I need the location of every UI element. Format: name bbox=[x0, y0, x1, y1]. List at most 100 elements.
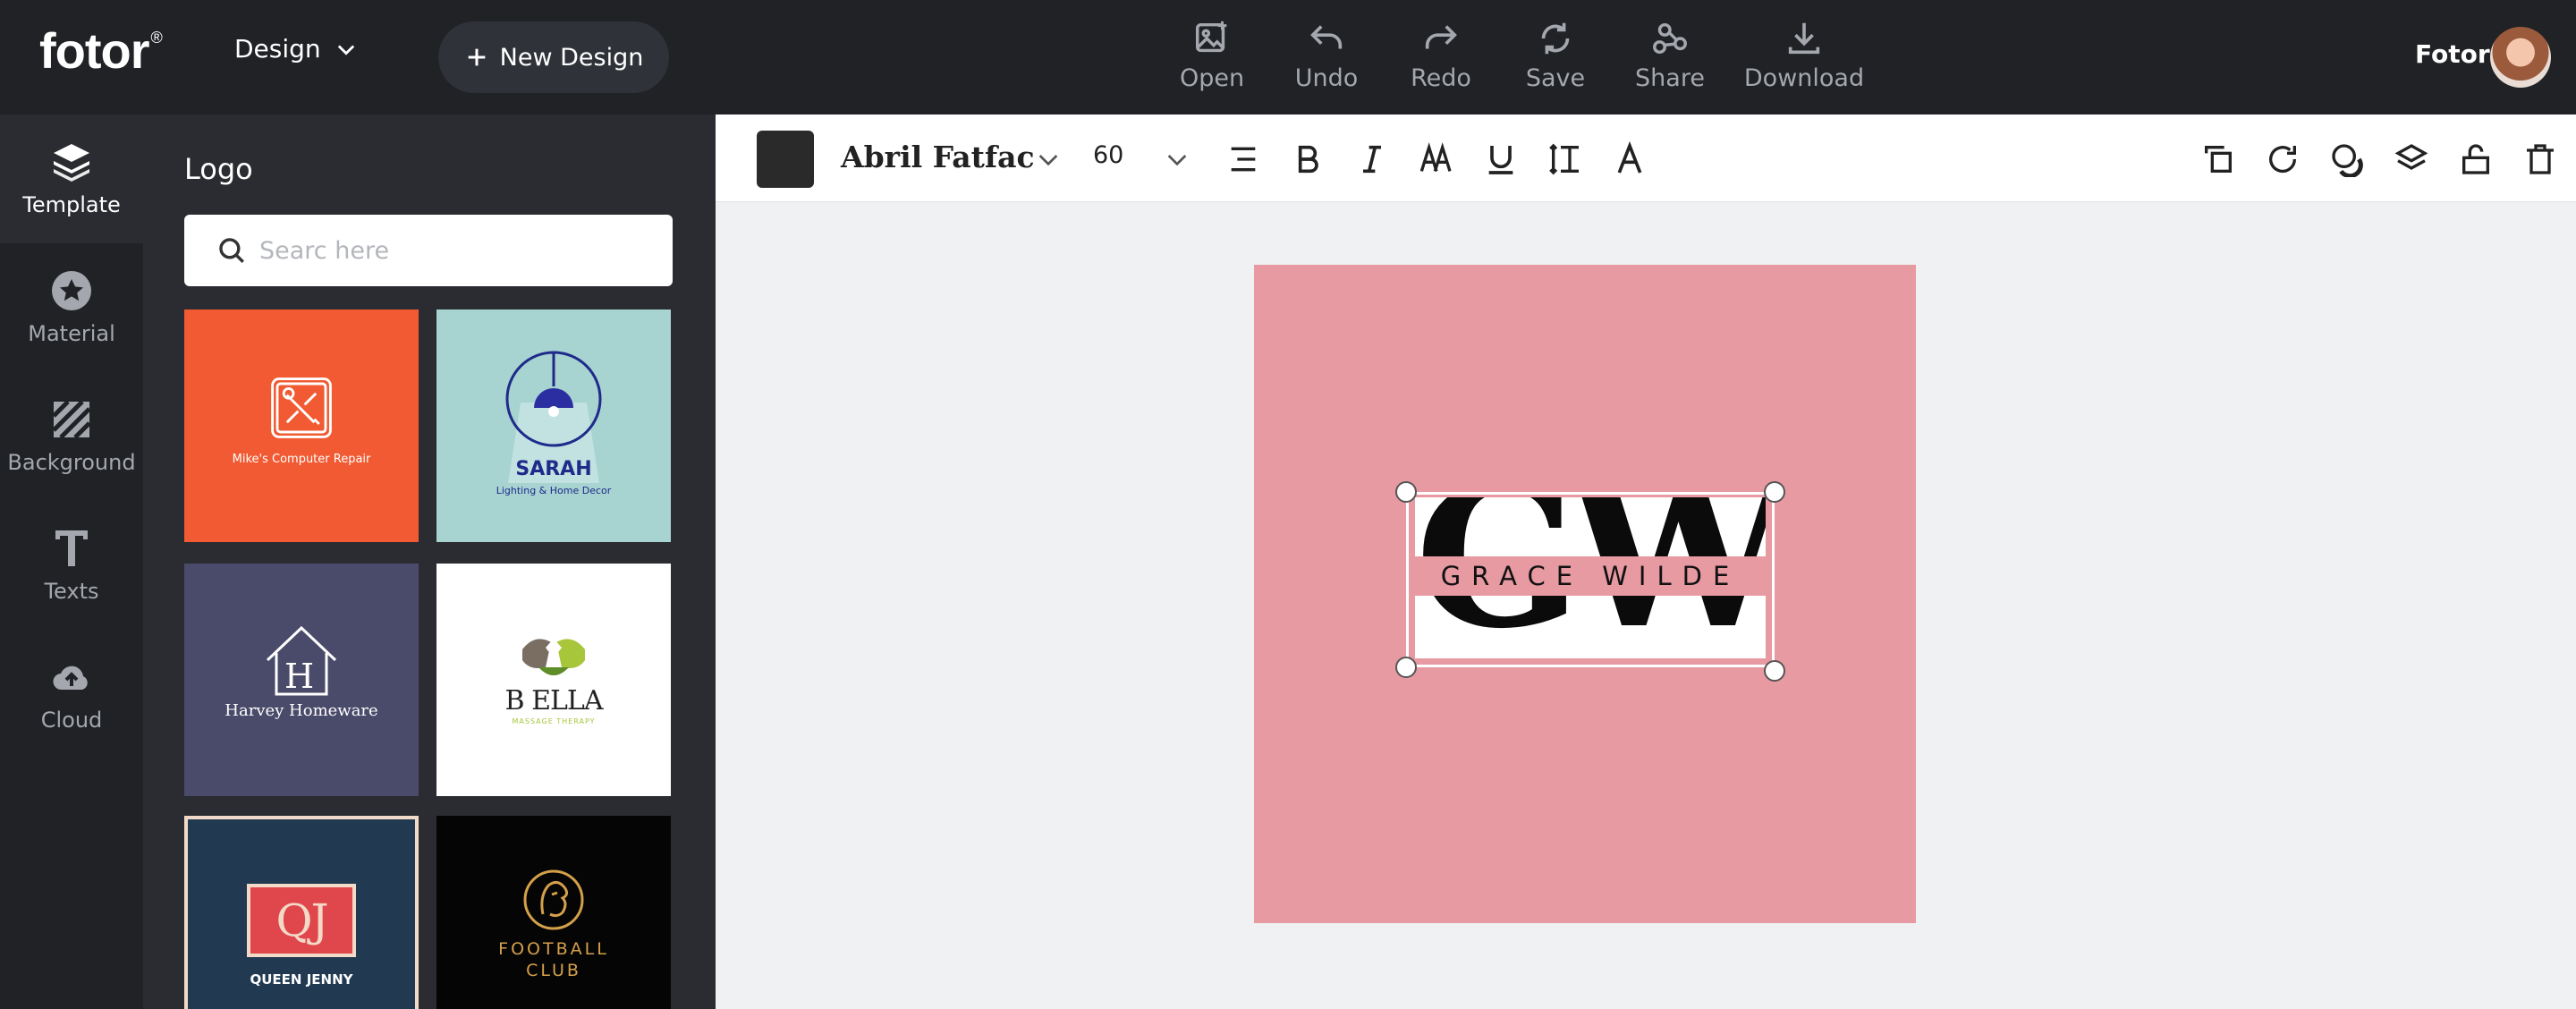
qj-monogram: QJ bbox=[275, 895, 328, 946]
rail-item-cloud[interactable]: Cloud bbox=[0, 630, 143, 759]
align-button[interactable] bbox=[1224, 140, 1263, 179]
rotate-button[interactable] bbox=[2263, 140, 2302, 179]
effects-icon bbox=[2332, 144, 2363, 177]
top-bar: fotor ® Design New Design Open Undo Redo … bbox=[0, 0, 2576, 114]
new-design-label: New Design bbox=[499, 43, 644, 72]
design-artboard[interactable]: GW GRACE WILDE bbox=[1254, 265, 1916, 923]
bold-button[interactable] bbox=[1288, 140, 1327, 179]
user-name[interactable]: Fotor bbox=[2415, 39, 2490, 69]
template-text: Harvey Homeware bbox=[225, 701, 378, 720]
share-icon bbox=[1653, 22, 1687, 55]
save-label: Save bbox=[1525, 64, 1586, 92]
template-harvey-homeware[interactable]: H Harvey Homeware bbox=[184, 564, 419, 796]
open-image-icon bbox=[1195, 21, 1227, 53]
house-monogram: H bbox=[284, 657, 315, 696]
design-menu[interactable]: Design bbox=[234, 34, 359, 64]
duplicate-icon bbox=[2205, 146, 2232, 173]
chevron-down-icon[interactable] bbox=[1034, 145, 1063, 174]
search-icon bbox=[219, 238, 244, 263]
stripes-icon bbox=[52, 400, 91, 439]
template-text: Mike's Computer Repair bbox=[232, 453, 371, 466]
resize-handle-bottom-left[interactable] bbox=[1395, 657, 1417, 678]
rail-item-texts[interactable]: Texts bbox=[0, 501, 143, 630]
hands-icon bbox=[522, 639, 585, 675]
template-mikes-computer-repair[interactable]: Mike's Computer Repair bbox=[184, 309, 419, 542]
undo-button[interactable]: Undo bbox=[1268, 18, 1385, 92]
rail-label-material: Material bbox=[28, 321, 115, 346]
qj-badge: QJ bbox=[247, 884, 356, 957]
duplicate-button[interactable] bbox=[2199, 140, 2238, 179]
fotor-logo[interactable]: fotor ® bbox=[39, 21, 163, 80]
resize-handle-bottom-right[interactable] bbox=[1764, 660, 1785, 682]
rail-item-material[interactable]: Material bbox=[0, 243, 143, 372]
template-text: B ELLA bbox=[504, 685, 604, 716]
redo-label: Redo bbox=[1411, 64, 1471, 92]
download-label: Download bbox=[1743, 64, 1865, 92]
template-bella[interactable]: B ELLA MASSAGE THERAPY bbox=[436, 564, 671, 796]
layers-icon bbox=[54, 144, 89, 182]
registered-mark: ® bbox=[150, 29, 163, 47]
bold-icon bbox=[1298, 145, 1318, 174]
resize-handle-top-left[interactable] bbox=[1395, 481, 1417, 503]
text-color-swatch[interactable] bbox=[757, 131, 814, 188]
spacing-button[interactable] bbox=[1546, 140, 1585, 179]
star-icon bbox=[52, 271, 91, 310]
brand-name: fotor bbox=[39, 22, 150, 79]
lion-icon bbox=[523, 869, 584, 930]
align-center-icon bbox=[1231, 147, 1256, 172]
text-t-icon bbox=[55, 530, 88, 566]
save-button[interactable]: Save bbox=[1497, 18, 1614, 92]
template-text: FOOTBALL bbox=[498, 939, 609, 959]
template-panel: Logo Mike's Computer Repair SARAH Lighti… bbox=[143, 114, 716, 1009]
trash-icon bbox=[2527, 144, 2554, 174]
chevron-down-icon bbox=[337, 45, 354, 55]
lock-button[interactable] bbox=[2456, 140, 2496, 179]
delete-button[interactable] bbox=[2521, 140, 2560, 179]
share-button[interactable]: Share bbox=[1612, 18, 1728, 92]
design-menu-label: Design bbox=[234, 34, 321, 64]
letter-case-button[interactable] bbox=[1417, 140, 1456, 179]
rail-item-background[interactable]: Background bbox=[0, 372, 143, 501]
selected-text-element[interactable]: GW GRACE WILDE bbox=[1395, 481, 1785, 682]
underline-icon bbox=[1488, 146, 1513, 174]
new-design-button[interactable]: New Design bbox=[438, 21, 669, 93]
chevron-down-icon[interactable] bbox=[1163, 145, 1191, 174]
plus-icon bbox=[468, 48, 485, 66]
template-text: QUEEN JENNY bbox=[250, 971, 353, 988]
rail-label-cloud: Cloud bbox=[40, 708, 103, 733]
rail-label-texts: Texts bbox=[44, 579, 99, 604]
template-subtext: CLUB bbox=[526, 961, 581, 980]
underline-button[interactable] bbox=[1481, 140, 1521, 179]
rail-item-template[interactable]: Template bbox=[0, 114, 143, 243]
save-icon bbox=[1541, 22, 1570, 55]
share-label: Share bbox=[1635, 64, 1705, 92]
italic-icon bbox=[1363, 145, 1381, 174]
left-rail: Template Material Background Texts Cloud bbox=[0, 114, 143, 1009]
avatar[interactable] bbox=[2490, 27, 2551, 88]
panel-title: Logo bbox=[184, 152, 253, 186]
font-family-select[interactable]: Abril Fatfac bbox=[841, 140, 1035, 174]
template-text: SARAH bbox=[515, 458, 592, 480]
resize-handle-top-right[interactable] bbox=[1764, 481, 1785, 503]
download-button[interactable]: Download bbox=[1737, 18, 1871, 92]
effects-button[interactable] bbox=[2327, 140, 2367, 179]
open-label: Open bbox=[1179, 64, 1245, 92]
italic-button[interactable] bbox=[1352, 140, 1392, 179]
undo-icon bbox=[1310, 25, 1343, 49]
search-box[interactable] bbox=[184, 215, 673, 286]
layers-button[interactable] bbox=[2392, 140, 2431, 179]
redo-button[interactable]: Redo bbox=[1383, 18, 1499, 92]
search-input[interactable] bbox=[259, 236, 653, 265]
text-color-button[interactable] bbox=[1610, 140, 1649, 179]
template-sarah[interactable]: SARAH Lighting & Home Decor bbox=[436, 309, 671, 542]
template-queen-jenny[interactable]: QJ QUEEN JENNY bbox=[184, 816, 419, 1009]
line-spacing-icon bbox=[1549, 143, 1579, 175]
tools-icon bbox=[271, 377, 332, 438]
font-size-input[interactable]: 60 bbox=[1093, 141, 1123, 169]
undo-label: Undo bbox=[1294, 64, 1359, 92]
letter-case-icon bbox=[1419, 142, 1452, 172]
text-color-icon bbox=[1617, 141, 1642, 174]
layers-icon bbox=[2394, 144, 2428, 170]
open-button[interactable]: Open bbox=[1154, 18, 1270, 92]
template-football-club[interactable]: FOOTBALL CLUB bbox=[436, 816, 671, 1009]
